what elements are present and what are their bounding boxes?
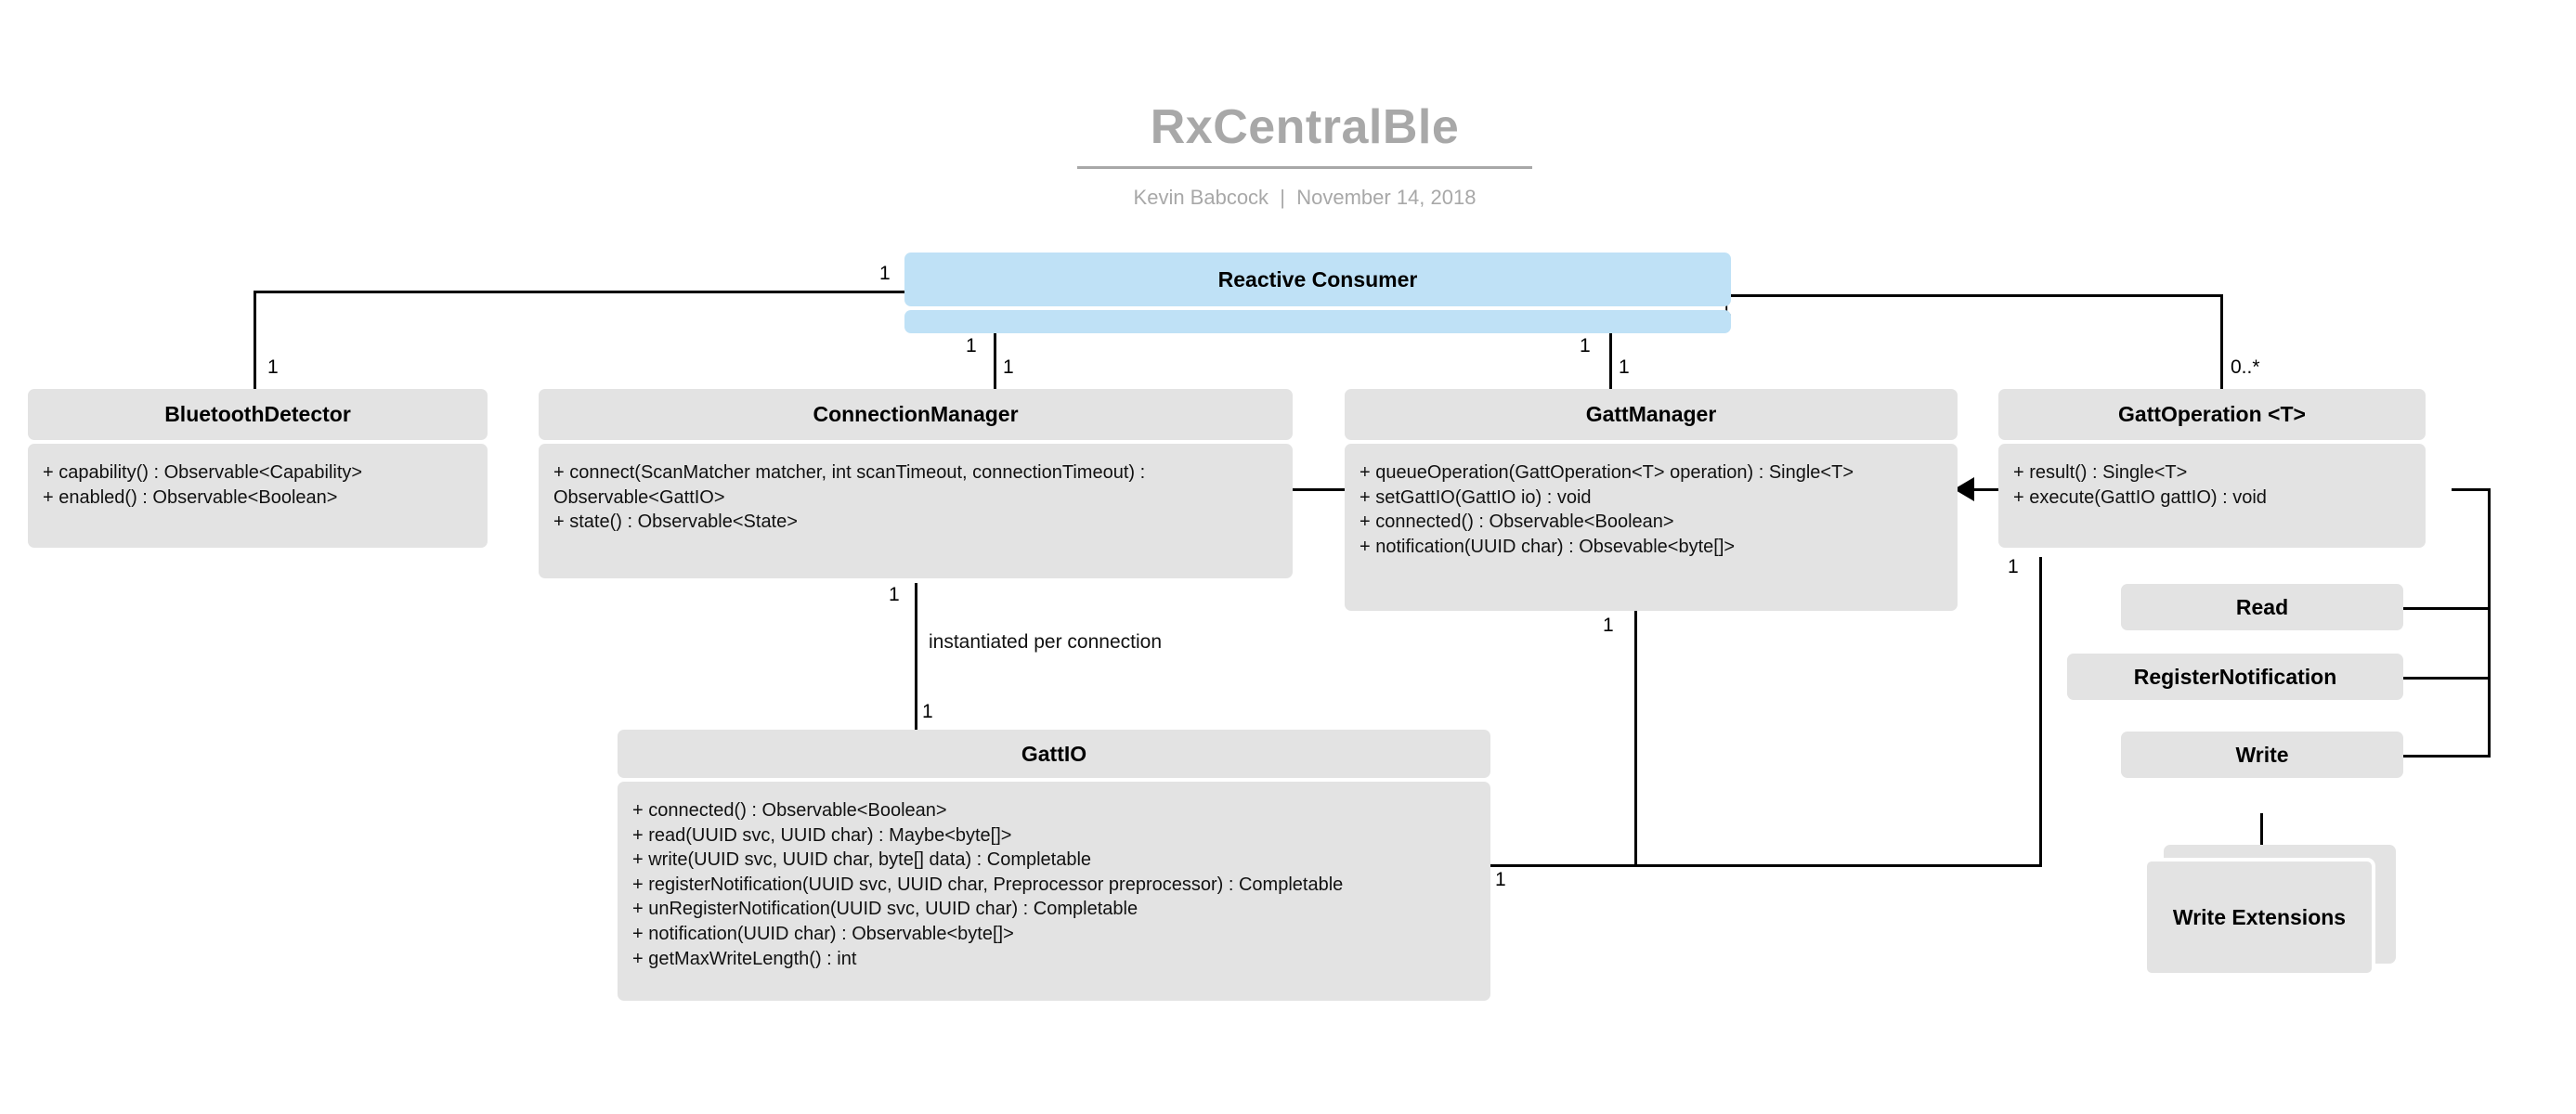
connector-inheritance-bus-vertical [2488, 488, 2491, 758]
diagram-canvas: RxCentralBle Kevin Babcock | November 14… [0, 0, 2576, 1114]
class-read[interactable]: Read [2121, 584, 2403, 630]
multiplicity-bluetoothdetector-end: 1 [267, 356, 279, 378]
title-byline: Kevin Babcock | November 14, 2018 [1133, 185, 1477, 209]
multiplicity-gattio-right: 1 [1495, 869, 1506, 890]
multiplicity-connectionmanager-to-gattio-top: 1 [889, 584, 900, 605]
multiplicity-connectionmanager-to-gattio-bottom: 1 [922, 701, 933, 722]
class-bluetooth-detector-members: + capability() : Observable<Capability> … [28, 444, 488, 548]
class-gatt-operation-title: GattOperation <T> [1998, 389, 2426, 440]
class-connection-manager-title: ConnectionManager [539, 389, 1293, 440]
class-gatt-manager[interactable]: GattManager + queueOperation(GattOperati… [1345, 389, 1958, 611]
class-gatt-io-title: GattIO [618, 730, 1490, 778]
class-connection-manager-members: + connect(ScanMatcher matcher, int scanT… [539, 444, 1293, 578]
connector-consumer-to-gattoperation-vertical [2220, 294, 2223, 389]
class-reactive-consumer[interactable]: Reactive Consumer [904, 253, 1731, 333]
connector-gattoperation-to-gattio-vertical [2039, 557, 2042, 867]
page-title: RxCentralBle [1150, 100, 1460, 154]
connector-write-to-bus [2403, 755, 2491, 758]
multiplicity-consumer-left: 1 [879, 263, 891, 284]
member-row: + notification(UUID char) : Obsevable<by… [1360, 536, 1736, 557]
member-row: + capability() : Observable<Capability> [43, 462, 363, 483]
title-block: RxCentralBle Kevin Babcock | November 14… [1077, 102, 1532, 210]
multiplicity-connectionmanager-end: 1 [1003, 356, 1014, 378]
connector-bus-to-gattoperation [2452, 488, 2491, 491]
member-row: + write(UUID svc, UUID char, byte[] data… [632, 849, 1092, 871]
multiplicity-consumer-to-connectionmanager: 1 [966, 335, 977, 356]
note-instantiated-per-connection: instantiated per connection [929, 631, 1163, 653]
member-row: + queueOperation(GattOperation<T> operat… [1360, 462, 1854, 483]
class-write-extensions[interactable]: Write Extensions [2143, 845, 2400, 980]
connector-read-to-bus [2403, 607, 2491, 610]
class-write[interactable]: Write [2121, 732, 2403, 778]
member-row: + read(UUID svc, UUID char) : Maybe<byte… [632, 824, 1012, 846]
connector-connectionmanager-to-gattio [915, 583, 917, 731]
member-row: + execute(GattIO gattIO) : void [2013, 486, 2267, 508]
member-row: + setGattIO(GattIO io) : void [1360, 486, 1592, 508]
member-row: + connect(ScanMatcher matcher, int scanT… [553, 462, 1151, 508]
class-connection-manager[interactable]: ConnectionManager + connect(ScanMatcher … [539, 389, 1293, 578]
member-row: + connected() : Observable<Boolean> [632, 800, 947, 821]
multiplicity-consumer-to-gattmanager: 1 [1580, 335, 1591, 356]
connector-consumer-to-gattoperation-horizontal [1714, 294, 2223, 297]
connector-gattoperation-to-gattio-horizontal [1490, 864, 2042, 867]
member-row: + unRegisterNotification(UUID svc, UUID … [632, 899, 1138, 920]
title-divider [1077, 165, 1532, 169]
member-row: + registerNotification(UUID svc, UUID ch… [632, 874, 1344, 895]
class-gatt-manager-members: + queueOperation(GattOperation<T> operat… [1345, 444, 1958, 611]
class-gatt-manager-title: GattManager [1345, 389, 1958, 440]
class-reactive-consumer-title: Reactive Consumer [904, 253, 1731, 306]
connector-consumer-to-connectionmanager [994, 330, 996, 391]
member-row: + getMaxWriteLength() : int [632, 948, 857, 969]
member-row: + notification(UUID char) : Observable<b… [632, 923, 1014, 944]
member-row: + result() : Single<T> [2013, 462, 2188, 483]
multiplicity-gattoperation-to-gattio: 1 [2008, 556, 2019, 577]
class-reactive-consumer-members [904, 310, 1731, 333]
class-gatt-operation-members: + result() : Single<T> + execute(GattIO … [1998, 444, 2426, 548]
multiplicity-gattmanager-end: 1 [1619, 356, 1630, 378]
connector-gattmanager-to-gattio-vertical [1634, 611, 1637, 867]
connector-consumer-to-bluetoothdetector-vertical [254, 291, 256, 389]
class-gatt-operation[interactable]: GattOperation <T> + result() : Single<T>… [1998, 389, 2426, 548]
class-gatt-io-members: + connected() : Observable<Boolean> + re… [618, 782, 1490, 1001]
multiplicity-gattmanager-to-gattio: 1 [1603, 615, 1614, 636]
connector-consumer-to-bluetoothdetector-horizontal [254, 291, 904, 293]
class-bluetooth-detector-title: BluetoothDetector [28, 389, 488, 440]
member-row: + state() : Observable<State> [553, 512, 798, 533]
class-bluetooth-detector[interactable]: BluetoothDetector + capability() : Obser… [28, 389, 488, 548]
member-row: + connected() : Observable<Boolean> [1360, 512, 1674, 533]
connector-registernotification-to-bus [2403, 677, 2491, 680]
connector-gattmanager-to-connectionmanager [1293, 488, 1350, 491]
connector-consumer-to-gattmanager [1609, 330, 1612, 391]
member-row: + enabled() : Observable<Boolean> [43, 486, 338, 508]
class-register-notification[interactable]: RegisterNotification [2067, 654, 2403, 700]
write-extensions-front-card: Write Extensions [2143, 858, 2375, 977]
class-gatt-io[interactable]: GattIO + connected() : Observable<Boolea… [618, 730, 1490, 1001]
multiplicity-gattoperation-end: 0..* [2231, 356, 2260, 378]
